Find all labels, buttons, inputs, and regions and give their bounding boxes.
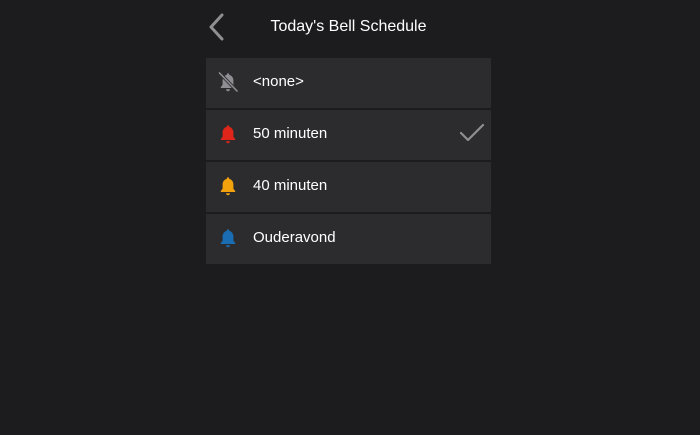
schedule-item-ouderavond[interactable]: Ouderavond — [206, 214, 491, 264]
checkmark-icon — [459, 123, 485, 142]
schedule-item-40-minuten[interactable]: 40 minuten — [206, 162, 491, 212]
schedule-item-label: Ouderavond — [253, 229, 336, 246]
schedule-item-label: 40 minuten — [253, 177, 328, 194]
bell-icon — [220, 125, 236, 144]
schedule-item-label: 50 minuten — [253, 125, 328, 142]
schedule-item-none[interactable]: <none> — [206, 58, 491, 108]
page-title: Today's Bell Schedule — [270, 18, 427, 35]
schedule-item-50-minuten[interactable]: 50 minuten — [206, 110, 491, 160]
bell-icon — [220, 229, 236, 248]
bell-schedule-screen: Today's Bell Schedule <none> 50 minuten — [0, 0, 700, 435]
bell-off-icon — [217, 71, 239, 93]
bell-icon — [220, 177, 236, 196]
schedule-list: <none> 50 minuten 40 minuten Ouderavond — [206, 58, 491, 264]
schedule-item-label: <none> — [253, 73, 304, 90]
